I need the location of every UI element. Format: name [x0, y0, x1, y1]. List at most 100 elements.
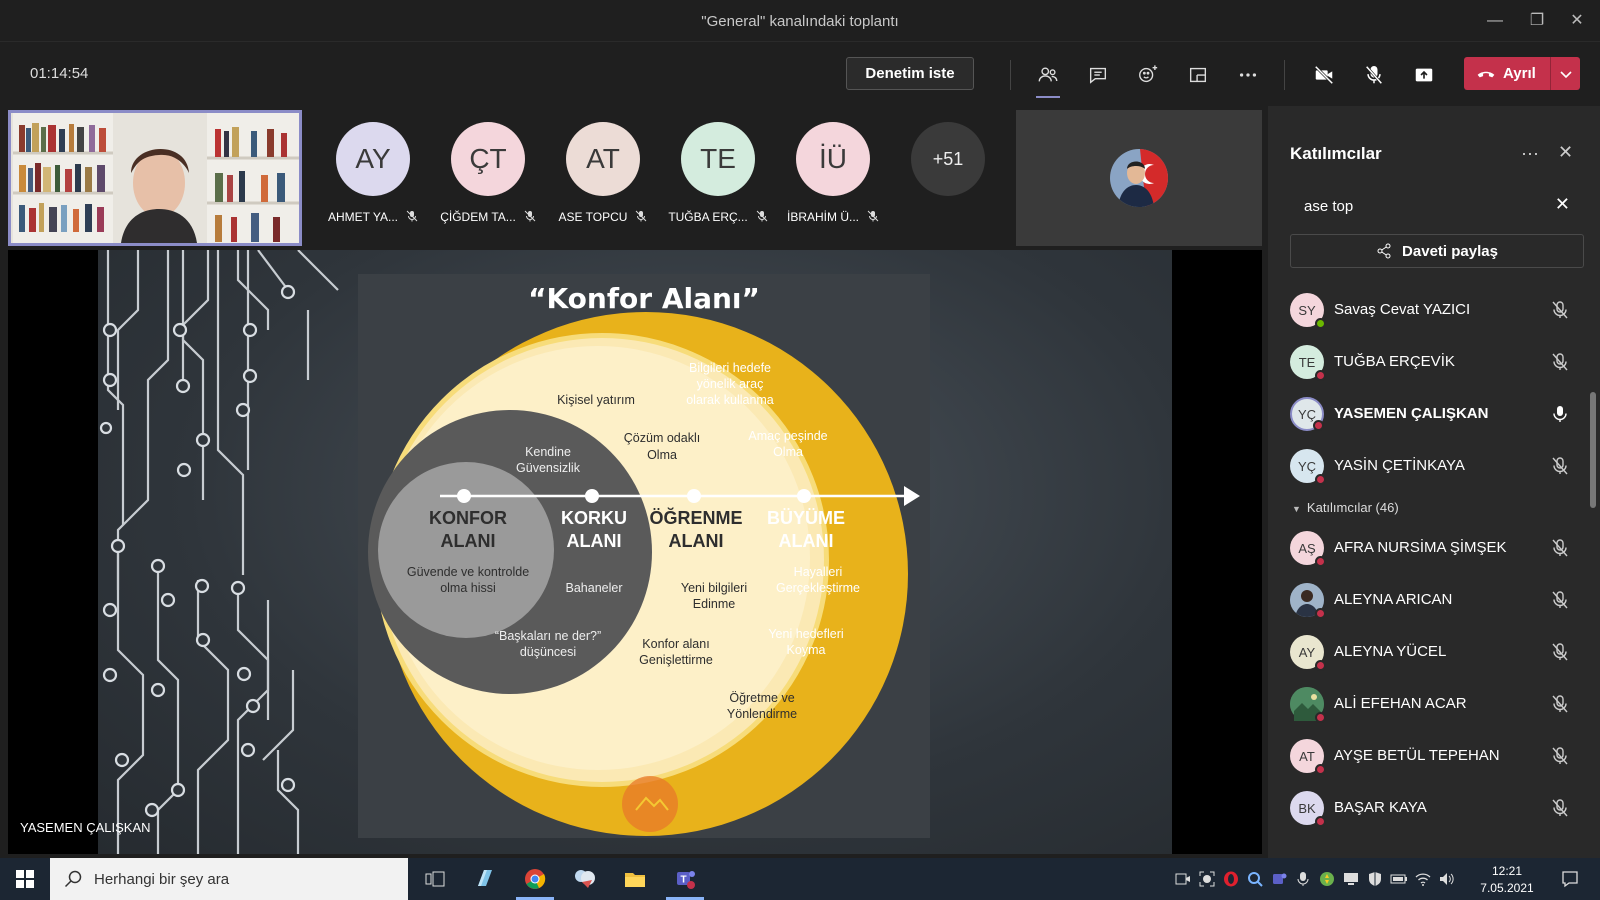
meeting-timer: 01:14:54: [30, 65, 89, 82]
close-window-button[interactable]: ✕: [1562, 8, 1592, 34]
teams-tray-icon[interactable]: [1270, 870, 1288, 888]
more-options-icon[interactable]: [1232, 60, 1264, 90]
participant-name: TUĞBA ERÇEVİK: [1334, 353, 1455, 370]
strip-participant[interactable]: ÇT ÇİĞDEM TA...: [433, 122, 543, 224]
notification-center-icon[interactable]: [1560, 869, 1580, 889]
strip-participant[interactable]: TE TUĞBA ERÇ...: [663, 122, 773, 224]
app-icon[interactable]: [560, 858, 610, 900]
zone-label: KORKU: [561, 508, 627, 528]
status-badge: [1315, 318, 1326, 329]
leave-options-button[interactable]: [1552, 57, 1580, 90]
participant-video-tile[interactable]: [1016, 110, 1262, 246]
participant-name: BAŞAR KAYA: [1334, 799, 1427, 816]
strip-participant[interactable]: AT ASE TOPCU: [548, 122, 658, 224]
display-tray-icon[interactable]: [1342, 870, 1360, 888]
avatar-initials: AŞ: [1298, 540, 1316, 556]
taskbar-clock[interactable]: 12:21 7.05.2021: [1466, 863, 1548, 897]
meet-now-icon[interactable]: [1174, 870, 1192, 888]
avatar-initials: YÇ: [1297, 458, 1317, 474]
chat-icon[interactable]: [1082, 60, 1114, 90]
participant-name: ALEYNA ARICAN: [1334, 591, 1453, 608]
reactions-icon[interactable]: [1132, 60, 1164, 90]
taskbar-search-input[interactable]: Herhangi bir şey ara: [50, 858, 408, 900]
task-view-icon[interactable]: [410, 858, 460, 900]
participant-row[interactable]: SY Savaş Cevat YAZICI: [1268, 284, 1600, 336]
slide-note: Amaç peşinde: [748, 429, 827, 443]
more-participants-button[interactable]: +51: [893, 122, 1003, 196]
zone-label: KONFOR: [429, 508, 507, 528]
panel-close-icon[interactable]: ✕: [1558, 142, 1573, 163]
participant-name: ASE TOPCU: [558, 210, 628, 224]
scrollbar[interactable]: [1590, 392, 1596, 508]
slide-note: düşüncesi: [520, 645, 576, 659]
avatar: TE: [681, 122, 755, 196]
app-icon[interactable]: [460, 858, 510, 900]
avatar-initials: YÇ: [1297, 406, 1317, 422]
strip-participant[interactable]: AY AHMET YA...: [318, 122, 428, 224]
participant-row[interactable]: AY ALEYNA YÜCEL: [1268, 626, 1600, 678]
participant-name: YASEMEN ÇALIŞKAN: [1334, 405, 1489, 422]
clear-search-icon[interactable]: ✕: [1555, 194, 1570, 215]
request-control-button[interactable]: Denetim iste: [846, 57, 974, 90]
file-explorer-icon[interactable]: [610, 858, 660, 900]
wifi-icon[interactable]: [1414, 870, 1432, 888]
screenshot-icon[interactable]: [1198, 870, 1216, 888]
slide-note: Olma: [647, 448, 677, 462]
search-tray-icon[interactable]: [1246, 870, 1264, 888]
camera-off-icon[interactable]: [1308, 60, 1340, 90]
participants-section-header[interactable]: ▼ Katılımcılar (46): [1268, 492, 1600, 522]
slide-note: Bahaneler: [566, 581, 623, 595]
volume-icon[interactable]: [1438, 870, 1456, 888]
status-badge: [1315, 660, 1326, 671]
status-badge: [1315, 370, 1326, 381]
participant-row[interactable]: BK BAŞAR KAYA: [1268, 782, 1600, 834]
avatar: [1290, 687, 1326, 723]
invite-label: Daveti paylaş: [1402, 242, 1498, 260]
status-badge: [1315, 474, 1326, 485]
strip-participant-label: AHMET YA...: [318, 210, 428, 224]
window-title: "General" kanalındaki toplantı: [701, 13, 899, 30]
layout-icon[interactable]: [1182, 60, 1214, 90]
leave-button[interactable]: Ayrıl: [1464, 57, 1580, 90]
app-tray-icon[interactable]: [1318, 870, 1336, 888]
participant-row[interactable]: ALEYNA ARICAN: [1268, 574, 1600, 626]
strip-participant-label: İBRAHİM Ü...: [778, 210, 888, 224]
status-badge: [1313, 420, 1324, 431]
start-button[interactable]: [0, 858, 50, 900]
participant-row[interactable]: YÇ YASİN ÇETİNKAYA: [1268, 440, 1600, 492]
mic-off-icon[interactable]: [1358, 60, 1390, 90]
strip-participant[interactable]: İÜ İBRAHİM Ü...: [778, 122, 888, 224]
slide-note: Hayalleri: [794, 565, 843, 579]
participant-row[interactable]: TE TUĞBA ERÇEVİK: [1268, 336, 1600, 388]
participants-icon[interactable]: [1032, 60, 1064, 98]
presenter-video-tile[interactable]: [8, 110, 302, 246]
section-label: Katılımcılar (46): [1306, 500, 1399, 515]
mic-off-icon: [1552, 799, 1568, 817]
participant-row[interactable]: YÇ YASEMEN ÇALIŞKAN: [1268, 388, 1600, 440]
participant-name: TUĞBA ERÇ...: [668, 210, 748, 224]
share-screen-icon[interactable]: [1408, 60, 1440, 90]
teams-icon[interactable]: T: [660, 858, 710, 900]
panel-more-icon[interactable]: ⋯: [1521, 144, 1539, 165]
mic-off-icon: [1552, 695, 1568, 713]
presenter-name-tag: YASEMEN ÇALIŞKAN: [20, 820, 151, 835]
battery-icon[interactable]: [1390, 870, 1408, 888]
leave-split-divider: [1550, 57, 1551, 90]
participant-search-input[interactable]: ase top ✕: [1290, 188, 1578, 224]
security-tray-icon[interactable]: [1366, 870, 1384, 888]
slide-note: Güvensizlik: [516, 461, 581, 475]
opera-icon[interactable]: [1222, 870, 1240, 888]
avatar: BK: [1290, 791, 1326, 827]
chrome-icon[interactable]: [510, 858, 560, 900]
microphone-tray-icon[interactable]: [1294, 870, 1312, 888]
share-invite-button[interactable]: Daveti paylaş: [1290, 234, 1584, 268]
slide-note: Olma: [773, 445, 803, 459]
slide-note: Yönlendirme: [727, 707, 797, 721]
minimize-button[interactable]: —: [1480, 8, 1510, 34]
slide-note: Kendine: [525, 445, 571, 459]
participant-row[interactable]: AT AYŞE BETÜL TEPEHAN: [1268, 730, 1600, 782]
restore-button[interactable]: ❐: [1522, 8, 1552, 34]
clock-time: 12:21: [1491, 864, 1523, 878]
participant-row[interactable]: ALİ EFEHAN ACAR: [1268, 678, 1600, 730]
participant-row[interactable]: AŞ AFRA NURSİMA ŞİMŞEK: [1268, 522, 1600, 574]
